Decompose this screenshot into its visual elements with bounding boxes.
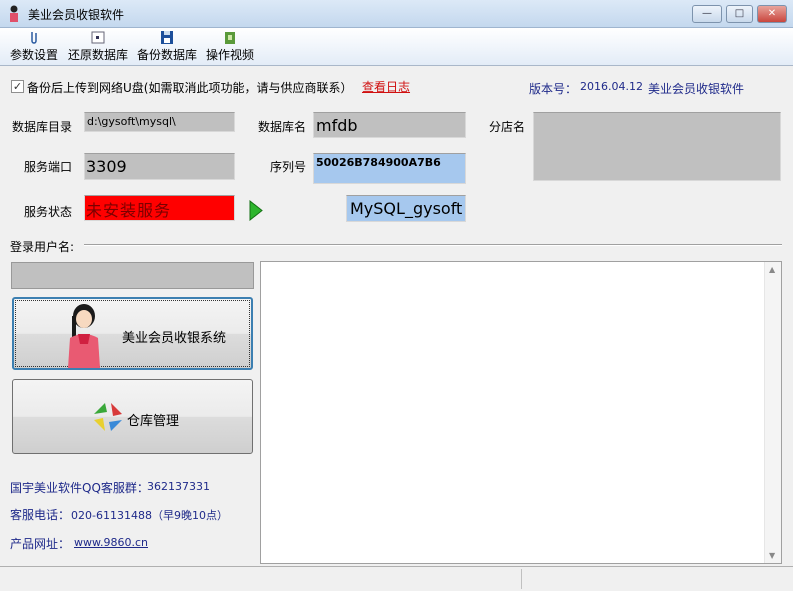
qq-label: 国宇美业软件QQ客服群： xyxy=(10,481,149,495)
phone-value: 020-61131488（早9晚10点） xyxy=(71,509,228,522)
video-icon xyxy=(223,30,237,45)
login-label: 登录用户名: xyxy=(10,240,75,254)
start-service-icon[interactable] xyxy=(249,199,263,224)
toolbar-settings[interactable]: 参数设置 xyxy=(8,28,60,66)
db-name-label: 数据库名 xyxy=(258,120,307,134)
version-label: 版本号： xyxy=(529,82,578,96)
status-label: 服务状态 xyxy=(24,205,73,219)
qq-value: 362137331 xyxy=(147,480,210,493)
port-label: 服务端口 xyxy=(24,160,73,174)
warehouse-label: 仓库管理 xyxy=(127,414,180,429)
toolbar-video[interactable]: 操作视频 xyxy=(204,28,256,66)
title-bar: 美业会员收银软件 — □ ✕ xyxy=(0,0,793,28)
version-value: 2016.04.12 xyxy=(580,80,643,93)
floppy-disk-icon xyxy=(160,30,174,45)
branch-label: 分店名 xyxy=(489,120,526,134)
app-icon xyxy=(8,5,20,22)
paperclip-icon xyxy=(27,30,41,45)
backup-checkbox-label: 备份后上传到网络U盘(如需取消此项功能，请与供应商联系） xyxy=(27,81,353,95)
window-title: 美业会员收银软件 xyxy=(28,8,125,22)
status-bar xyxy=(0,566,793,591)
login-user-field[interactable] xyxy=(11,262,254,289)
backup-checkbox[interactable]: ✓ xyxy=(11,80,24,93)
woman-avatar-icon xyxy=(64,302,104,371)
db-dir-label: 数据库目录 xyxy=(12,120,73,134)
recycle-arrows-icon xyxy=(91,400,125,437)
service-status-field: 未安装服务 xyxy=(84,195,235,221)
toolbar-backup-db[interactable]: 备份数据库 xyxy=(135,28,199,66)
serial-label: 序列号 xyxy=(270,160,307,174)
version-product: 美业会员收银软件 xyxy=(648,82,745,96)
db-name-field[interactable]: mfdb xyxy=(313,112,466,138)
vertical-scrollbar[interactable]: ▲ ▼ xyxy=(764,262,781,563)
warehouse-button[interactable]: 仓库管理 xyxy=(12,379,253,454)
window-icon xyxy=(91,30,105,45)
site-label: 产品网址： xyxy=(10,537,71,551)
status-bar-divider xyxy=(521,569,522,589)
phone-label: 客服电话： xyxy=(10,508,71,522)
port-field[interactable]: 3309 xyxy=(84,153,235,180)
close-button[interactable]: ✕ xyxy=(757,5,787,23)
service-name-field[interactable]: MySQL_gysoft xyxy=(346,195,466,222)
view-log-link[interactable]: 查看日志 xyxy=(362,78,410,95)
scroll-up-icon[interactable]: ▲ xyxy=(769,265,775,274)
divider xyxy=(84,244,782,246)
branch-field[interactable] xyxy=(533,112,781,181)
minimize-button[interactable]: — xyxy=(692,5,722,23)
log-textarea[interactable]: ▲ ▼ xyxy=(260,261,782,564)
toolbar: 参数设置 还原数据库 备份数据库 操作视频 xyxy=(0,28,793,66)
maximize-button[interactable]: □ xyxy=(726,5,753,23)
site-link[interactable]: www.9860.cn xyxy=(74,536,148,549)
db-dir-field[interactable]: d:\gysoft\mysql\ xyxy=(84,112,235,132)
toolbar-restore-db[interactable]: 还原数据库 xyxy=(66,28,130,66)
scroll-down-icon[interactable]: ▼ xyxy=(769,551,775,560)
cashier-system-label: 美业会员收银系统 xyxy=(122,331,227,346)
serial-field[interactable]: 50026B784900A7B6 xyxy=(313,153,466,184)
cashier-system-button[interactable]: 美业会员收银系统 xyxy=(12,297,253,370)
